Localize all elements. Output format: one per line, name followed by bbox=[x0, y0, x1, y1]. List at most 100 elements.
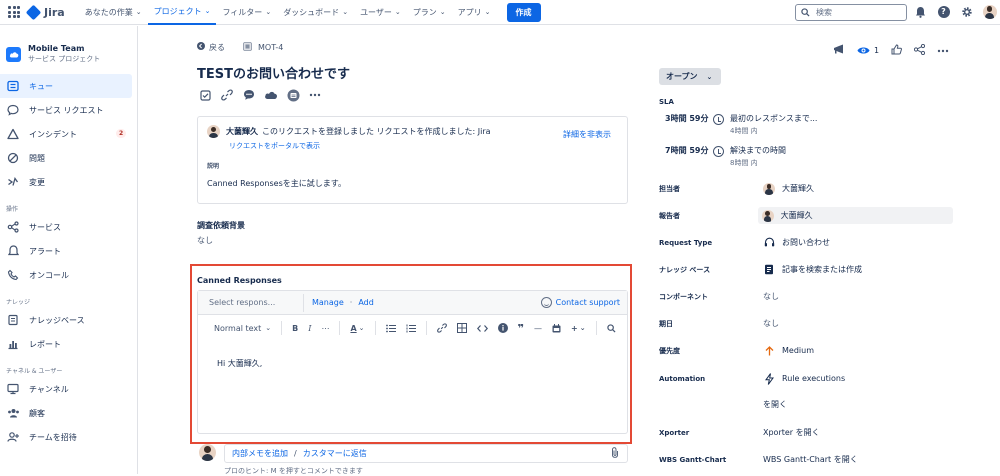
app-name: Jira bbox=[44, 5, 65, 19]
nav-apps[interactable]: アプリ ⌄ bbox=[452, 0, 497, 25]
manage-link[interactable]: Manage bbox=[312, 298, 344, 307]
insert-plus-icon[interactable]: + ⌄ bbox=[571, 324, 586, 333]
search-input[interactable]: 検索 bbox=[795, 4, 907, 21]
back-arrow-icon[interactable] bbox=[197, 42, 205, 52]
sidebar-item-service-requests[interactable]: サービス リクエスト bbox=[0, 98, 137, 122]
contact-support-label: Contact support bbox=[555, 298, 620, 307]
sidebar-item-changes[interactable]: 変更 bbox=[0, 170, 137, 194]
sidebar-item-queues[interactable]: キュー bbox=[0, 74, 132, 98]
knowledge-base-value[interactable]: 記事を検索または作成 bbox=[759, 261, 862, 278]
table-icon[interactable] bbox=[456, 323, 467, 333]
canned-response-select[interactable]: Select respons... bbox=[198, 293, 304, 312]
chat-icon bbox=[6, 103, 20, 117]
checklist-icon[interactable] bbox=[197, 87, 213, 103]
components-value[interactable]: なし bbox=[759, 288, 779, 305]
field-value: 大薗輝久 bbox=[780, 211, 813, 220]
app-switcher-icon[interactable] bbox=[8, 6, 20, 18]
more-formatting-icon[interactable]: ⋯ bbox=[321, 324, 329, 333]
sidebar-section-knowledge: ナレッジ bbox=[6, 299, 31, 306]
nav-your-work[interactable]: あなたの作業 ⌄ bbox=[79, 0, 148, 25]
jira-logo-icon bbox=[25, 4, 42, 20]
jira-logo[interactable]: Jira bbox=[25, 4, 65, 20]
sidebar-item-customers[interactable]: 顧客 bbox=[0, 401, 137, 425]
sla-row-resolution: 7時間 59分 解決までの時間 8時間 内 bbox=[665, 145, 786, 168]
description-text[interactable]: Canned Responsesを主に試します。 bbox=[207, 178, 618, 189]
field-label: Xporter bbox=[659, 428, 690, 437]
italic-icon[interactable]: I bbox=[308, 324, 311, 333]
background-field-value[interactable]: なし bbox=[197, 235, 213, 246]
status-dropdown[interactable]: オープン ⌄ bbox=[659, 68, 721, 85]
add-internal-note-link[interactable]: 内部メモを追加 bbox=[232, 448, 288, 459]
date-icon[interactable] bbox=[552, 323, 561, 333]
text-style-dropdown[interactable]: Normal text ⌄ bbox=[214, 324, 271, 333]
reply-input[interactable]: 内部メモを追加 / カスタマーに返信 bbox=[224, 444, 628, 463]
app-integration-icon[interactable] bbox=[285, 87, 301, 103]
sidebar-item-reports[interactable]: レポート bbox=[0, 332, 137, 356]
xporter-open-link[interactable]: Xporter を開く bbox=[759, 424, 820, 441]
sidebar-item-alerts[interactable]: アラート bbox=[0, 239, 137, 263]
numbered-list-icon[interactable] bbox=[406, 324, 416, 333]
nav-plans[interactable]: プラン ⌄ bbox=[407, 0, 452, 25]
info-icon[interactable] bbox=[497, 323, 508, 333]
nav-filters[interactable]: フィルター ⌄ bbox=[216, 0, 277, 25]
project-header[interactable]: Mobile Team サービス プロジェクト bbox=[0, 26, 137, 64]
due-date-value[interactable]: なし bbox=[759, 315, 779, 332]
help-icon[interactable]: ? bbox=[936, 4, 951, 19]
automation-value[interactable]: Rule executions bbox=[759, 370, 845, 387]
nav-users[interactable]: ユーザー ⌄ bbox=[354, 0, 407, 25]
cloud-icon[interactable] bbox=[263, 87, 279, 103]
book-icon bbox=[6, 313, 20, 327]
bullet-list-icon[interactable] bbox=[385, 324, 396, 333]
share-icon[interactable] bbox=[913, 43, 926, 57]
reporter-name[interactable]: 大薗輝久 bbox=[226, 126, 258, 137]
automation-open-link[interactable]: を開く bbox=[759, 396, 787, 413]
more-options-icon[interactable] bbox=[937, 46, 949, 55]
quote-icon[interactable]: ❞ bbox=[518, 322, 524, 335]
report-icon bbox=[6, 337, 20, 351]
create-button[interactable]: 作成 bbox=[506, 2, 541, 22]
editor-content[interactable]: Hi 大薗輝久, bbox=[198, 341, 627, 369]
bold-icon[interactable]: B bbox=[292, 324, 298, 333]
sidebar-item-incidents[interactable]: インシデント 2 bbox=[0, 122, 137, 146]
feedback-megaphone-icon[interactable] bbox=[833, 44, 845, 57]
project-type: サービス プロジェクト bbox=[28, 55, 101, 63]
issue-title[interactable]: TESTのお問い合わせです bbox=[197, 63, 637, 82]
text-color-icon[interactable]: A ⌄ bbox=[350, 324, 364, 333]
comment-icon[interactable] bbox=[241, 87, 257, 103]
sidebar-item-oncall[interactable]: オンコール bbox=[0, 263, 137, 287]
link-icon[interactable] bbox=[436, 323, 447, 333]
more-actions-icon[interactable] bbox=[307, 87, 323, 103]
contact-support-link[interactable]: Contact support bbox=[540, 297, 620, 308]
back-link[interactable]: 戻る bbox=[209, 42, 225, 53]
hide-details-link[interactable]: 詳細を非表示 bbox=[563, 129, 611, 140]
sidebar-item-invite-team[interactable]: チームを招待 bbox=[0, 425, 137, 449]
nav-dashboards[interactable]: ダッシュボード ⌄ bbox=[277, 0, 354, 25]
code-icon[interactable] bbox=[476, 324, 488, 333]
attachment-icon[interactable] bbox=[611, 447, 619, 460]
issue-key[interactable]: MOT-4 bbox=[258, 43, 283, 52]
view-portal-link[interactable]: リクエストをポータルで表示 bbox=[229, 141, 618, 151]
sidebar-item-channels[interactable]: チャンネル bbox=[0, 377, 137, 401]
link-icon[interactable] bbox=[219, 87, 235, 103]
search-placeholder: 検索 bbox=[816, 8, 832, 17]
priority-value[interactable]: Medium bbox=[759, 342, 814, 359]
search-icon[interactable] bbox=[606, 323, 616, 333]
settings-icon[interactable] bbox=[959, 4, 974, 19]
reporter-value[interactable]: 大薗輝久 bbox=[757, 207, 953, 224]
add-link[interactable]: Add bbox=[358, 298, 374, 307]
profile-avatar[interactable] bbox=[982, 4, 997, 19]
watch-button[interactable]: 1 bbox=[857, 46, 879, 55]
nav-projects[interactable]: プロジェクト ⌄ bbox=[147, 0, 217, 25]
request-type-value[interactable]: お問い合わせ bbox=[759, 234, 830, 251]
divider-icon[interactable]: — bbox=[534, 324, 542, 333]
request-action-text: このリクエストを登録しました リクエストを作成しました: Jira bbox=[262, 127, 491, 136]
wbs-gantt-open-link[interactable]: WBS Gantt-Chart を開く bbox=[759, 451, 858, 468]
like-icon[interactable] bbox=[891, 44, 903, 57]
notifications-icon[interactable] bbox=[913, 4, 928, 19]
sidebar-item-problems[interactable]: 問題 bbox=[0, 146, 137, 170]
sidebar-item-services[interactable]: サービス bbox=[0, 215, 137, 239]
assignee-value[interactable]: 大薗輝久 bbox=[759, 180, 814, 197]
reply-to-customer-link[interactable]: カスタマーに返信 bbox=[303, 448, 367, 459]
sidebar-item-knowledge-base[interactable]: ナレッジベース bbox=[0, 308, 137, 332]
chevron-down-icon: ⌄ bbox=[706, 72, 713, 81]
